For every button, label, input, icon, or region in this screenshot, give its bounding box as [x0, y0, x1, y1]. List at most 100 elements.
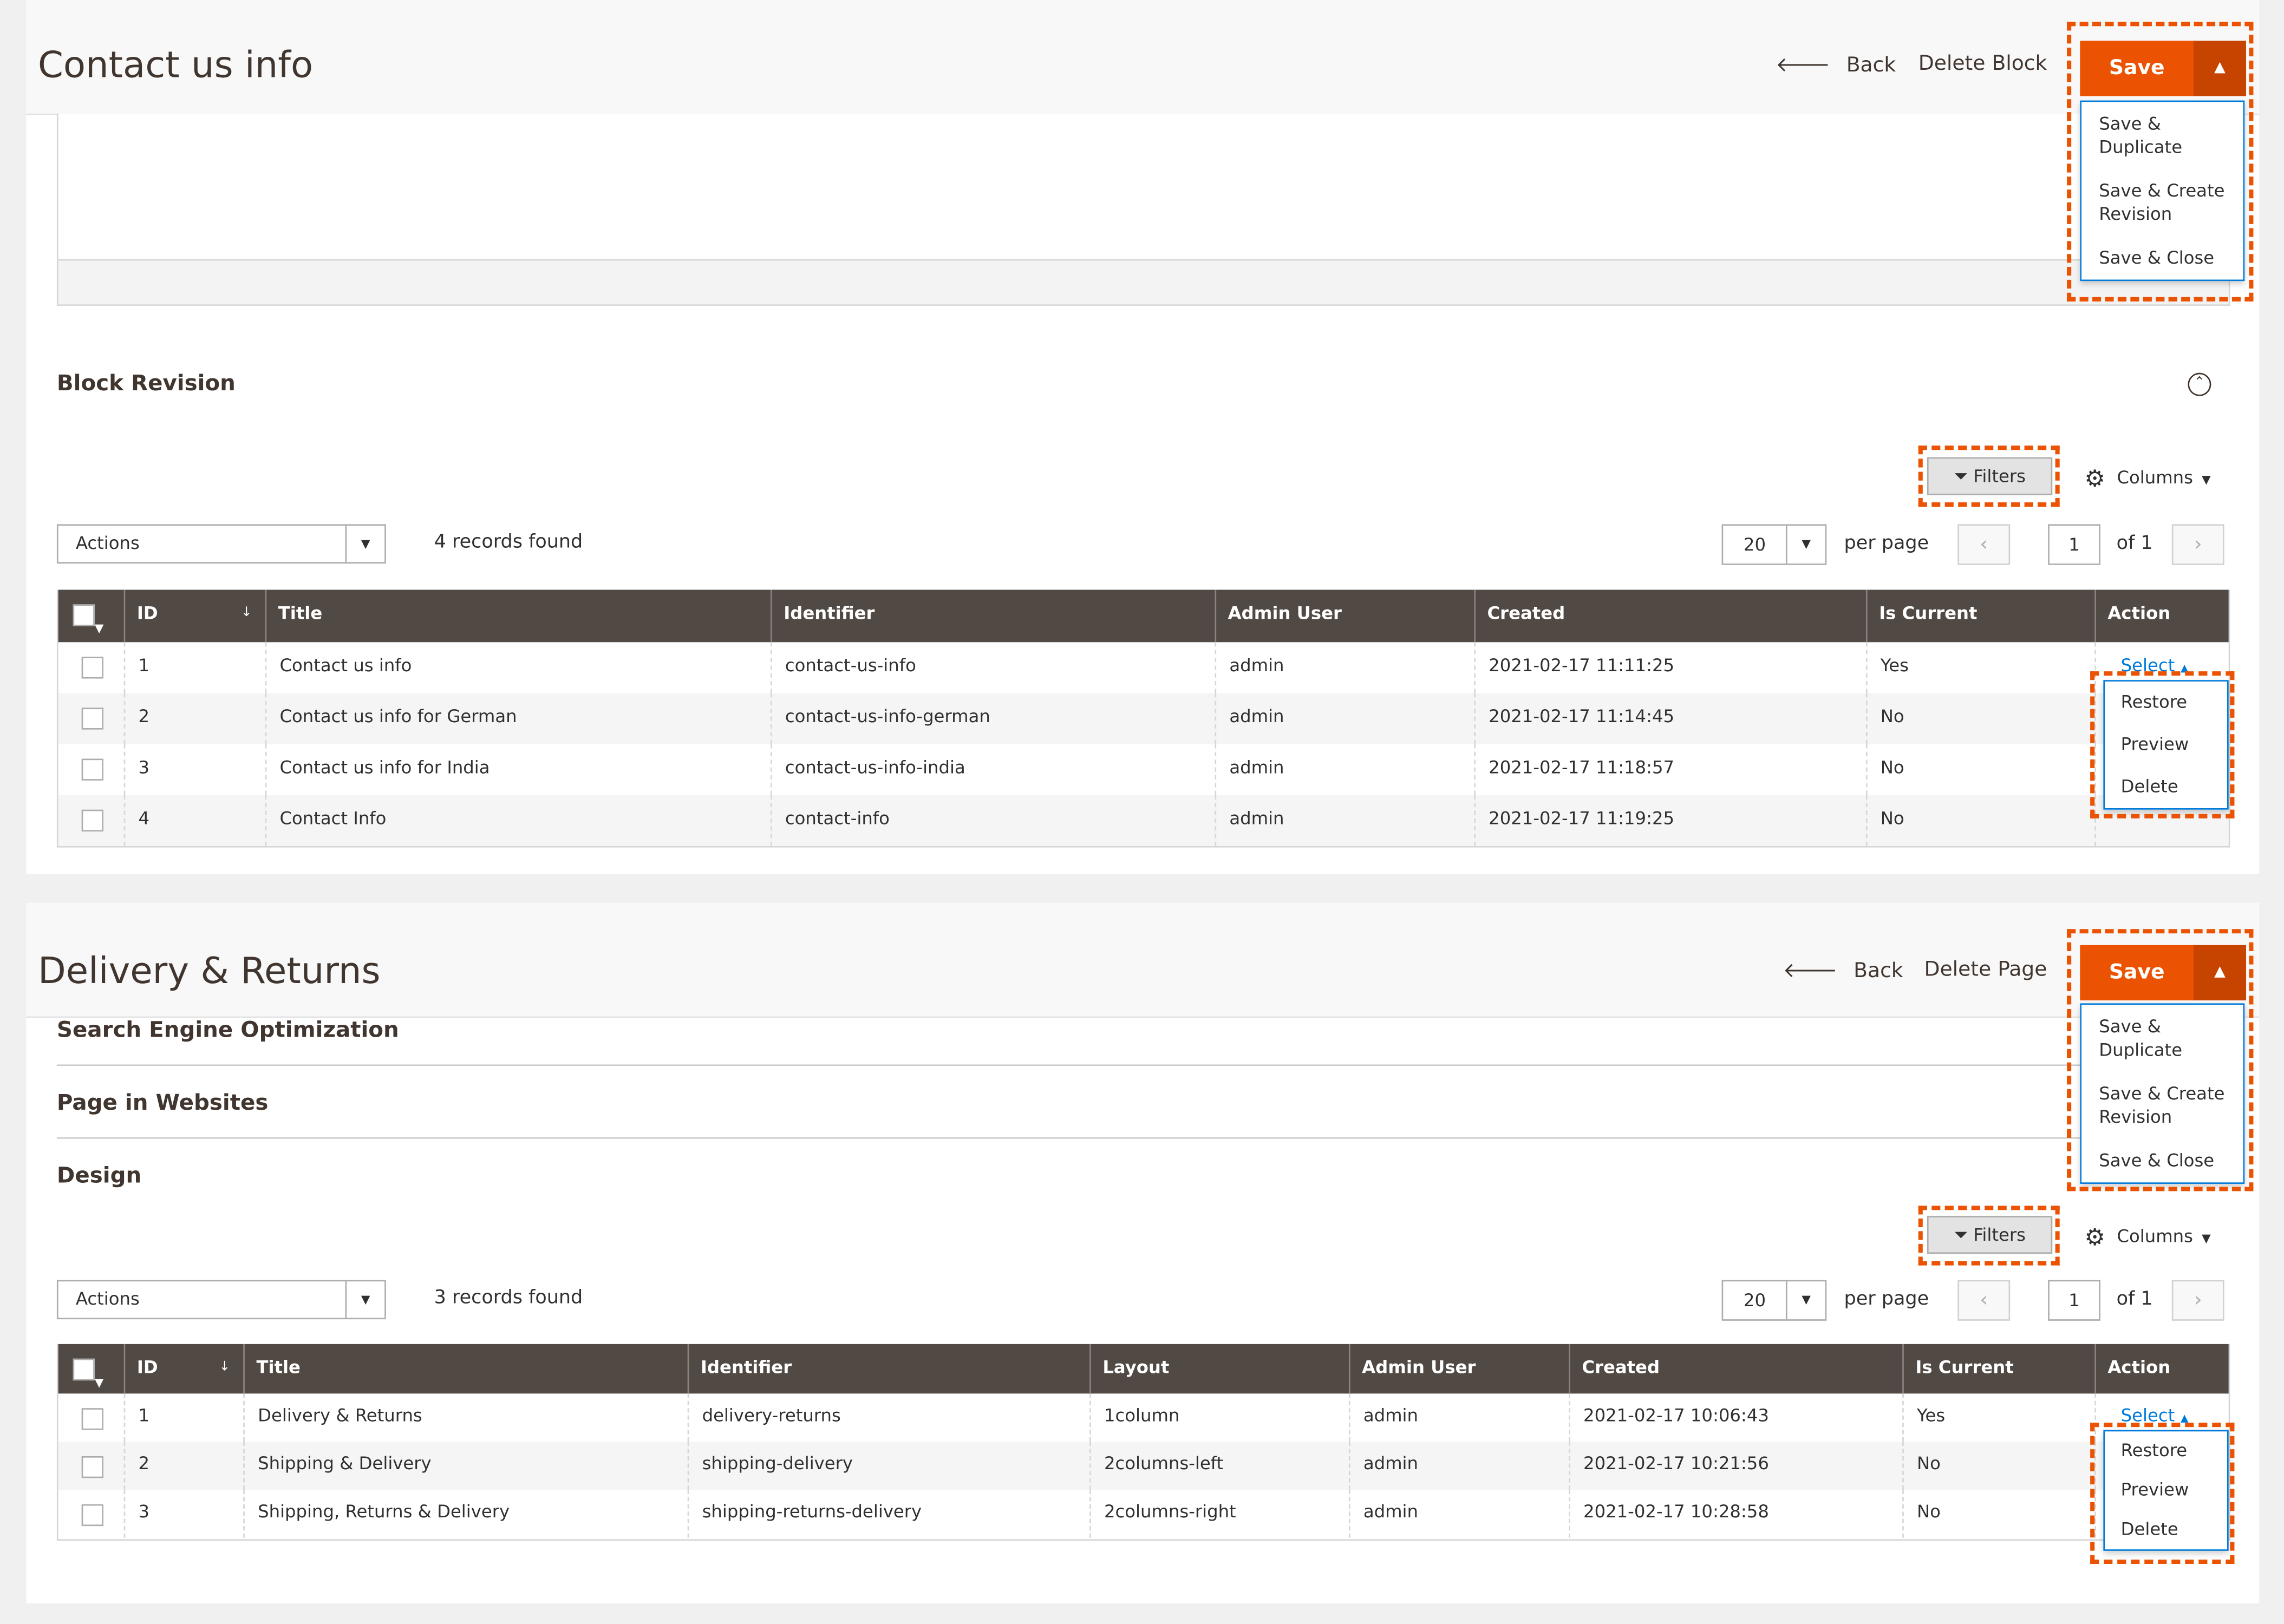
row-checkbox[interactable] — [81, 657, 103, 679]
next-page-button[interactable]: › — [2171, 524, 2224, 565]
row-checkbox[interactable] — [81, 1504, 103, 1527]
cell-identifier: delivery-returns — [687, 1393, 1089, 1442]
back-button[interactable]: 🡐 Back — [1783, 958, 1903, 983]
columns-control[interactable]: ⚙ Columns ▼ — [2084, 1223, 2210, 1251]
column-header-identifier[interactable]: Identifier — [687, 1344, 1089, 1394]
column-header-admin-user[interactable]: Admin User — [1348, 1344, 1569, 1394]
columns-control[interactable]: ⚙ Columns ▼ — [2084, 464, 2210, 492]
mass-select-header[interactable]: ▼ — [58, 1344, 124, 1393]
delete-block-button[interactable]: Delete Block — [1918, 53, 2047, 76]
page-title: Delivery & Returns — [37, 949, 381, 992]
actions-select[interactable]: Actions ▼ — [56, 1280, 386, 1320]
column-header-created[interactable]: Created — [1569, 1344, 1902, 1394]
row-checkbox[interactable] — [81, 1408, 103, 1430]
column-header-label: ID — [136, 1357, 158, 1378]
page-input[interactable]: 1 — [2048, 1280, 2100, 1321]
mass-select-header[interactable]: ▼ — [58, 590, 124, 642]
cell-is-current: No — [1902, 1489, 2094, 1538]
cell-id: 1 — [123, 1393, 244, 1442]
cell-created: 2021-02-17 11:19:25 — [1474, 795, 1866, 846]
section-seo[interactable]: Search Engine Optimization — [57, 1017, 399, 1043]
grid-header: ▼ ID ↓ Title Identifier Admin User Create… — [58, 590, 2229, 643]
table-row: 3 Contact us info for India contact-us-i… — [58, 744, 2229, 795]
cell-admin-user: admin — [1215, 795, 1474, 846]
content-editor[interactable] — [56, 113, 2230, 306]
column-header-admin-user[interactable]: Admin User — [1215, 590, 1474, 643]
cell-is-current: No — [1865, 744, 2094, 795]
back-button[interactable]: 🡐 Back — [1776, 53, 1896, 77]
back-label: Back — [1846, 54, 1896, 77]
cell-id: 3 — [123, 744, 265, 795]
column-header-is-current[interactable]: Is Current — [1865, 590, 2094, 643]
column-header-title[interactable]: Title — [265, 590, 771, 643]
caret-down-icon: ▼ — [2202, 473, 2211, 487]
section-design[interactable]: Design — [57, 1162, 141, 1188]
prev-page-button[interactable]: ‹ — [1957, 524, 2011, 565]
cell-created: 2021-02-17 10:06:43 — [1569, 1393, 1902, 1442]
caret-down-icon: ▼ — [2202, 1232, 2211, 1245]
cell-title: Contact us info for German — [265, 693, 771, 744]
cell-admin-user: admin — [1215, 744, 1474, 795]
cell-admin-user: admin — [1215, 693, 1474, 744]
revision-grid: ▼ ID ↓ Title Identifier Layout Admin User… — [56, 1344, 2230, 1541]
per-page-label: per page — [1844, 533, 1929, 555]
chevron-right-icon: › — [2194, 533, 2202, 556]
grid-header: ▼ ID ↓ Title Identifier Layout Admin User… — [58, 1344, 2229, 1394]
column-header-title[interactable]: Title — [243, 1344, 687, 1394]
mass-select-checkbox[interactable]: ▼ — [73, 1358, 111, 1389]
row-select-cell — [58, 1442, 124, 1490]
records-found: 4 records found — [434, 531, 583, 554]
cell-title: Contact us info — [265, 642, 771, 693]
column-header-action: Action — [2094, 1344, 2228, 1394]
column-header-is-current[interactable]: Is Current — [1902, 1344, 2094, 1394]
records-found: 3 records found — [434, 1287, 583, 1309]
screenshot: Contact us info 🡐 Back Delete Block Save … — [0, 0, 2284, 1624]
cell-admin-user: admin — [1348, 1442, 1569, 1490]
cell-title: Shipping, Returns & Delivery — [243, 1489, 687, 1538]
table-row: 2 Shipping & Delivery shipping-delivery … — [58, 1442, 2229, 1490]
highlight-save — [2067, 929, 2254, 1191]
actions-label: Actions — [75, 533, 140, 554]
delete-page-button[interactable]: Delete Page — [1924, 958, 2047, 981]
row-select-cell — [58, 693, 124, 744]
per-page-select[interactable]: 20 ▼ — [1721, 1280, 1827, 1321]
actions-select[interactable]: Actions ▼ — [56, 524, 386, 564]
page-count: of 1 — [2116, 533, 2153, 555]
caret-down-icon: ▼ — [1785, 526, 1825, 564]
column-header-created[interactable]: Created — [1474, 590, 1866, 643]
per-page-select[interactable]: 20 ▼ — [1721, 524, 1827, 565]
collapse-icon[interactable]: ⌃ — [2188, 372, 2211, 396]
page-input[interactable]: 1 — [2048, 524, 2100, 565]
section-page-in-websites[interactable]: Page in Websites — [57, 1089, 268, 1115]
cell-admin-user: admin — [1348, 1393, 1569, 1442]
row-checkbox[interactable] — [81, 1456, 103, 1478]
page-edit-panel: Delivery & Returns 🡐 Back Delete Page Sav… — [26, 902, 2260, 1603]
cell-identifier: shipping-delivery — [687, 1442, 1089, 1490]
cell-created: 2021-02-17 11:11:25 — [1474, 642, 1866, 693]
table-row: 1 Contact us info contact-us-info admin … — [58, 642, 2229, 693]
row-checkbox[interactable] — [81, 758, 103, 781]
block-edit-panel: Contact us info 🡐 Back Delete Block Save … — [26, 0, 2260, 874]
chevron-right-icon: › — [2194, 1288, 2202, 1312]
actions-label: Actions — [75, 1288, 140, 1309]
cell-created: 2021-02-17 10:28:58 — [1569, 1489, 1902, 1538]
cell-admin-user: admin — [1348, 1489, 1569, 1538]
mass-select-checkbox[interactable]: ▼ — [73, 604, 111, 635]
cell-admin-user: admin — [1215, 642, 1474, 693]
cell-is-current: Yes — [1902, 1393, 2094, 1442]
column-header-id[interactable]: ID ↓ — [123, 1344, 244, 1394]
column-header-identifier[interactable]: Identifier — [771, 590, 1215, 643]
row-checkbox[interactable] — [81, 809, 103, 831]
divider — [56, 1064, 2228, 1066]
column-header-layout[interactable]: Layout — [1089, 1344, 1349, 1394]
row-checkbox[interactable] — [81, 708, 103, 730]
cell-created: 2021-02-17 11:14:45 — [1474, 693, 1866, 744]
cell-created: 2021-02-17 11:18:57 — [1474, 744, 1866, 795]
column-header-id[interactable]: ID ↓ — [123, 590, 265, 643]
prev-page-button[interactable]: ‹ — [1957, 1280, 2011, 1321]
cell-id: 2 — [123, 1442, 244, 1490]
next-page-button[interactable]: › — [2171, 1280, 2224, 1321]
cell-id: 2 — [123, 693, 265, 744]
sort-arrow-icon: ↓ — [219, 1360, 231, 1375]
chevron-left-icon: ‹ — [1980, 533, 1988, 556]
